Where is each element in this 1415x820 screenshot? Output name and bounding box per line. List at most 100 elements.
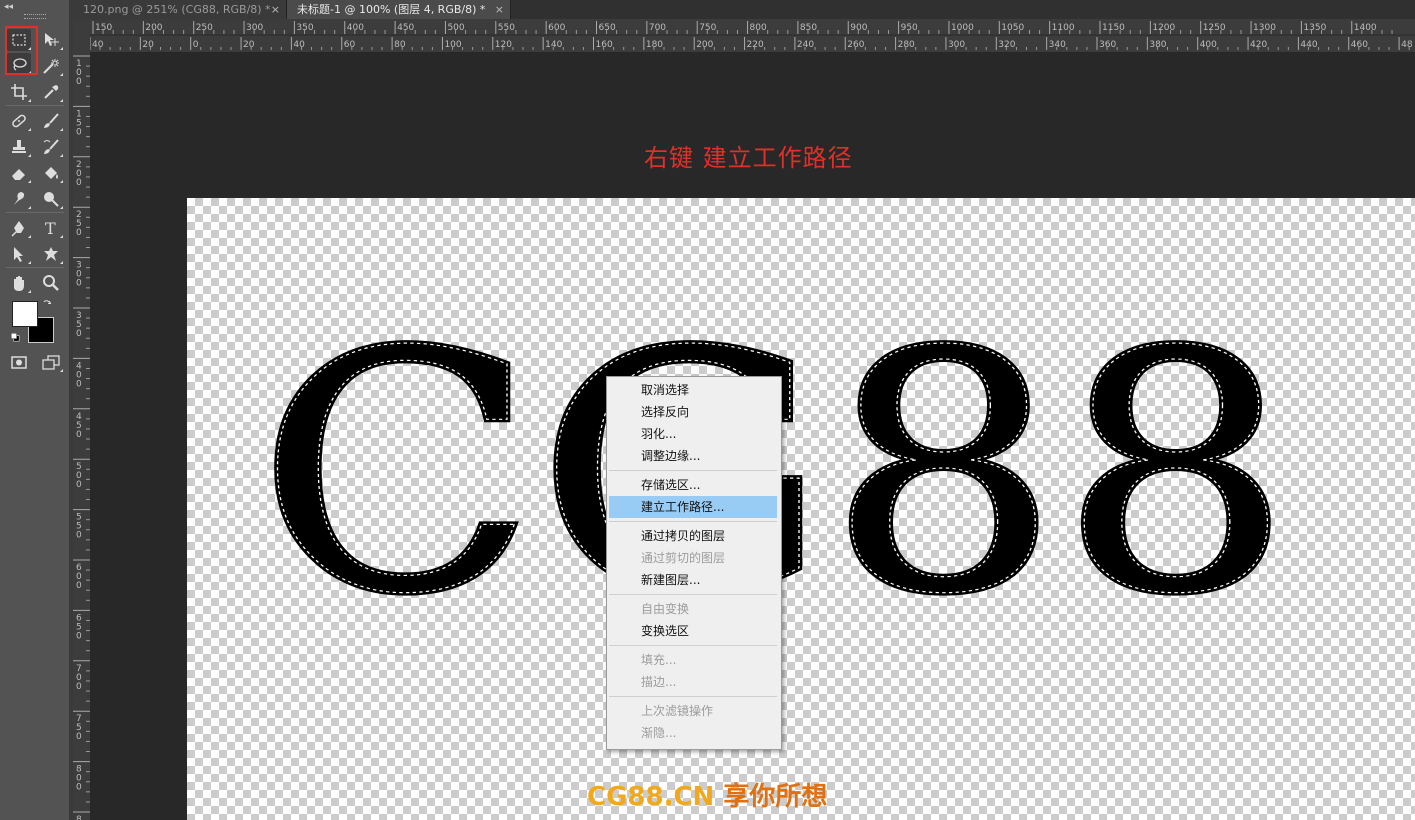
ruler-label: 0 <box>76 631 82 641</box>
foreground-color-swatch[interactable] <box>12 301 38 327</box>
healing-brush-tool-icon[interactable] <box>7 110 31 132</box>
ruler-label: 420 <box>1250 40 1267 50</box>
menu-item-fade[interactable]: 渐隐... <box>609 722 777 744</box>
ruler-label: 80 <box>394 40 406 50</box>
ruler-label: 300 <box>246 23 263 33</box>
ruler-label: 250 <box>196 23 213 33</box>
menu-item-make-work-path[interactable]: 建立工作路径... <box>609 496 777 518</box>
menu-item-last-filter[interactable]: 上次滤镜操作 <box>609 700 777 722</box>
ruler-label: 1350 <box>1303 23 1326 33</box>
ruler-label: 120 <box>495 40 512 50</box>
ruler-label: 600 <box>548 23 565 33</box>
crop-tool-icon[interactable] <box>7 81 31 103</box>
path-selection-tool-icon[interactable] <box>7 243 31 265</box>
tab-label: 120.png @ 251% (CG88, RGB/8) * <box>83 3 271 16</box>
ruler-label: 850 <box>800 23 817 33</box>
ruler-label: 950 <box>901 23 918 33</box>
type-tool-icon[interactable]: T <box>39 217 63 239</box>
screen-mode-icon[interactable] <box>39 351 63 373</box>
history-brush-tool-icon[interactable] <box>39 136 63 158</box>
ruler-label: 0 <box>76 732 82 742</box>
ruler-label: 300 <box>948 40 965 50</box>
context-menu: 取消选择 选择反向 羽化... 调整边缘... 存储选区... 建立工作路径..… <box>606 376 782 750</box>
dodge-tool-icon[interactable] <box>39 188 63 210</box>
menu-item-feather[interactable]: 羽化... <box>609 423 777 445</box>
ruler-label: 8 <box>76 815 82 820</box>
ruler-label: 150 <box>95 23 112 33</box>
menu-item-stroke[interactable]: 描边... <box>609 671 777 693</box>
ruler-label: 1050 <box>1001 23 1024 33</box>
ruler-label: 1300 <box>1253 23 1276 33</box>
ruler-label: 220 <box>747 40 764 50</box>
ruler-label: 48 <box>1401 40 1413 50</box>
panel-grip[interactable] <box>24 14 46 19</box>
clone-stamp-tool-icon[interactable] <box>7 136 31 158</box>
ruler-label: 240 <box>797 40 814 50</box>
menu-item-fill[interactable]: 填充... <box>609 649 777 671</box>
swap-colors-icon[interactable] <box>40 296 54 310</box>
ruler-label: 200 <box>696 40 713 50</box>
ruler-label: 800 <box>750 23 767 33</box>
tab-120-png[interactable]: 120.png @ 251% (CG88, RGB/8) * × <box>73 0 287 19</box>
ruler-label: 400 <box>347 23 364 33</box>
ruler-label: 450 <box>397 23 414 33</box>
horizontal-ruler[interactable]: 150 200 250 300 350 400 450 500 550 600 650 700 750 8… <box>90 19 1415 52</box>
menu-item-free-transform[interactable]: 自由变换 <box>609 598 777 620</box>
document-tab-bar: 120.png @ 251% (CG88, RGB/8) * × 未标题-1 @… <box>73 0 1415 20</box>
menu-item-select-inverse[interactable]: 选择反向 <box>609 401 777 423</box>
ruler-origin[interactable] <box>73 19 90 52</box>
tab-untitled-1[interactable]: 未标题-1 @ 100% (图层 4, RGB/8) * × <box>287 0 511 19</box>
ruler-label: 180 <box>646 40 663 50</box>
ruler-label: 650 <box>599 23 616 33</box>
ruler-label: 1150 <box>1102 23 1125 33</box>
ruler-label: 0 <box>76 127 82 137</box>
tool-highlight-box <box>5 26 38 75</box>
paint-bucket-tool-icon[interactable] <box>39 162 63 184</box>
custom-shape-tool-icon[interactable] <box>39 243 63 265</box>
quick-mask-icon[interactable] <box>7 351 31 373</box>
ruler-label: 40 <box>293 40 305 50</box>
svg-text:T: T <box>45 219 56 237</box>
ruler-label: 0 <box>76 783 82 793</box>
collapse-panel-icon[interactable]: ◂◂ <box>4 2 13 12</box>
default-colors-icon[interactable] <box>8 330 22 344</box>
ruler-label: 1400 <box>1354 23 1377 33</box>
tools-panel: ◂◂ T <box>0 0 70 820</box>
ruler-label: 0 <box>76 77 82 87</box>
ruler-label: 900 <box>850 23 867 33</box>
ruler-label: 0 <box>76 531 82 541</box>
magic-wand-tool-icon[interactable] <box>39 55 63 77</box>
eyedropper-tool-icon[interactable] <box>39 81 63 103</box>
ruler-label: 350 <box>296 23 313 33</box>
ruler-label: 0 <box>76 379 82 389</box>
ruler-label: 0 <box>76 279 82 289</box>
vertical-ruler[interactable]: 1001502002503003504004505005506006507007… <box>73 52 90 820</box>
menu-item-deselect[interactable]: 取消选择 <box>609 379 777 401</box>
menu-item-layer-via-copy[interactable]: 通过拷贝的图层 <box>609 525 777 547</box>
ruler-label: 1250 <box>1203 23 1226 33</box>
menu-item-new-layer[interactable]: 新建图层... <box>609 569 777 591</box>
menu-item-transform-selection[interactable]: 变换选区 <box>609 620 777 642</box>
ruler-label: 200 <box>145 23 162 33</box>
brush-tool-icon[interactable] <box>39 110 63 132</box>
menu-item-layer-via-cut[interactable]: 通过剪切的图层 <box>609 547 777 569</box>
ruler-label: 0 <box>76 581 82 591</box>
ruler-label: 280 <box>898 40 915 50</box>
menu-item-save-selection[interactable]: 存储选区... <box>609 474 777 496</box>
close-tab-icon[interactable]: × <box>271 0 280 19</box>
smudge-tool-icon[interactable] <box>7 188 31 210</box>
menu-item-refine-edge[interactable]: 调整边缘... <box>609 445 777 467</box>
close-tab-icon[interactable]: × <box>495 0 504 19</box>
ruler-label: 160 <box>596 40 613 50</box>
ruler-label: 0 <box>76 178 82 188</box>
ruler-label: 60 <box>344 40 356 50</box>
hand-tool-icon[interactable] <box>7 272 31 294</box>
zoom-tool-icon[interactable] <box>39 272 63 294</box>
ruler-label: 340 <box>1049 40 1066 50</box>
pen-tool-icon[interactable] <box>7 217 31 239</box>
ruler-label: 0 <box>76 480 82 490</box>
ruler-label: 400 <box>1200 40 1217 50</box>
eraser-tool-icon[interactable] <box>7 162 31 184</box>
ruler-label: 260 <box>847 40 864 50</box>
move-tool-icon[interactable] <box>39 29 63 51</box>
